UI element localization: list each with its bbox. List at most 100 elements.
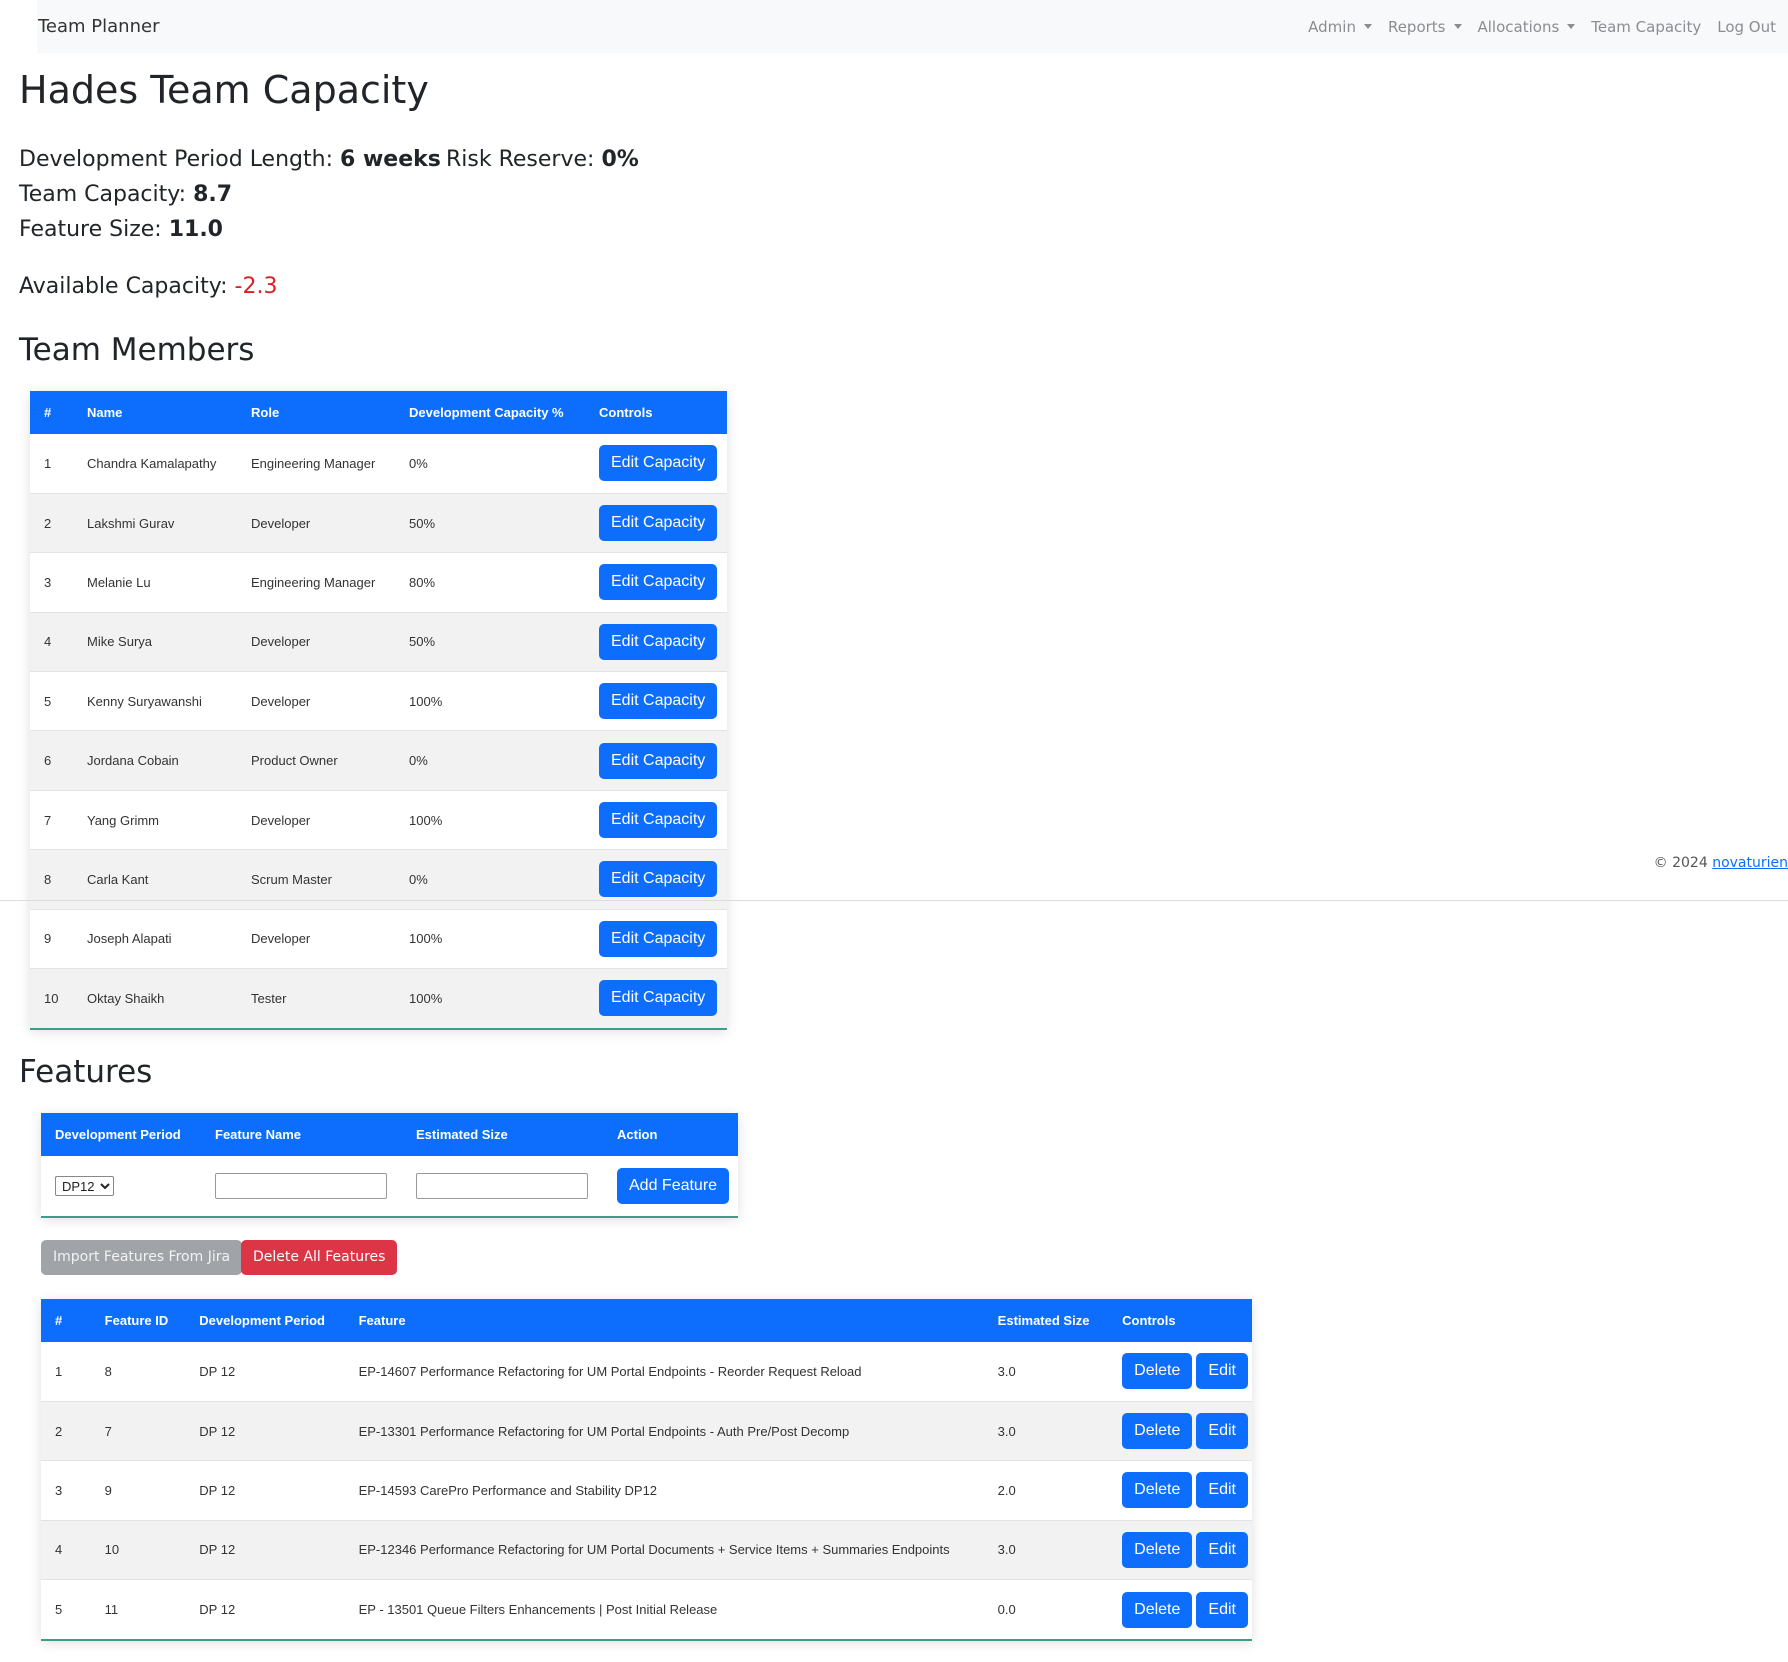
- member-number: 3: [30, 552, 73, 613]
- feature-controls: Delete Edit: [1108, 1401, 1252, 1462]
- member-name: Mike Surya: [73, 612, 237, 673]
- member-role: Developer: [237, 493, 395, 554]
- feature-number: 1: [41, 1342, 91, 1402]
- feature-name: EP - 13501 Queue Filters Enhancements | …: [358, 1602, 718, 1617]
- feature-name: EP-12346 Performance Refactoring for UM …: [344, 1520, 984, 1581]
- member-capacity: 100%: [395, 790, 585, 851]
- delete-feature-button[interactable]: Delete: [1122, 1353, 1193, 1390]
- nav-allocations[interactable]: Allocations: [1470, 18, 1584, 36]
- member-capacity: 50%: [395, 612, 585, 673]
- feature-name: EP-14607 Performance Refactoring for UM …: [344, 1342, 984, 1402]
- member-controls: Edit Capacity: [585, 671, 727, 732]
- member-capacity: 100%: [395, 968, 585, 1028]
- feature-row: 1 8 DP 12 EP-14607 Performance Refactoring …: [41, 1342, 1252, 1402]
- member-capacity: 0%: [395, 434, 585, 494]
- edit-capacity-button[interactable]: Edit Capacity: [599, 920, 718, 957]
- available-capacity-value: -2.3: [234, 274, 278, 299]
- feature-id: 9: [90, 1460, 186, 1521]
- edit-capacity-button[interactable]: Edit Capacity: [599, 505, 718, 542]
- feature-name-input[interactable]: [215, 1173, 387, 1199]
- col-feature-id: Feature ID: [90, 1299, 186, 1342]
- add-feature-table: Development Period Feature Name Estimate…: [41, 1113, 738, 1216]
- member-controls: Edit Capacity: [585, 434, 727, 494]
- edit-feature-button[interactable]: Edit: [1196, 1531, 1248, 1568]
- edit-feature-button[interactable]: Edit: [1196, 1353, 1248, 1390]
- page-title: Hades Team Capacity: [19, 68, 429, 112]
- col-action: Action: [603, 1113, 738, 1156]
- edit-capacity-button[interactable]: Edit Capacity: [599, 861, 718, 898]
- member-name: Joseph Alapati: [73, 909, 237, 970]
- caret-down-icon: [1363, 24, 1372, 29]
- member-role: Engineering Manager: [237, 434, 395, 494]
- brand-link[interactable]: Team Planner: [37, 16, 159, 37]
- development-period-select[interactable]: DP12: [55, 1176, 114, 1196]
- nav-team-capacity[interactable]: Team Capacity: [1583, 18, 1709, 36]
- features-card: # Feature ID Development Period Feature …: [41, 1299, 1252, 1641]
- edit-capacity-button[interactable]: Edit Capacity: [599, 802, 718, 839]
- edit-feature-button[interactable]: Edit: [1196, 1413, 1248, 1450]
- feature-size: 2.0: [983, 1460, 1109, 1521]
- member-controls: Edit Capacity: [585, 730, 727, 791]
- nav-admin[interactable]: Admin: [1300, 18, 1380, 36]
- edit-capacity-button[interactable]: Edit Capacity: [599, 683, 718, 720]
- footer-link[interactable]: novaturien: [1712, 855, 1788, 871]
- member-name: Jordana Cobain: [73, 730, 237, 791]
- feature-period: DP 12: [185, 1460, 345, 1521]
- feature-id: 7: [90, 1401, 186, 1462]
- feature-id: 11: [104, 1602, 119, 1617]
- member-name: Kenny Suryawanshi: [73, 671, 237, 732]
- dev-period-length: Development Period Length: 6 weeks: [19, 147, 441, 172]
- member-controls: Edit Capacity: [585, 909, 727, 970]
- add-feature-row: DP12 Add Feature: [41, 1156, 738, 1216]
- add-feature-button[interactable]: Add Feature: [617, 1168, 730, 1204]
- edit-capacity-button[interactable]: Edit Capacity: [599, 564, 718, 601]
- add-feature-header-row: Development Period Feature Name Estimate…: [41, 1113, 738, 1156]
- col-development-period: Development Period: [185, 1299, 345, 1342]
- feature-period: DP 12: [199, 1602, 236, 1617]
- import-features-from-jira-button[interactable]: Import Features From Jira: [41, 1240, 243, 1275]
- feature-row: 2 7 DP 12 EP-13301 Performance Refactoring …: [41, 1401, 1252, 1462]
- feature-name: EP-14593 CarePro Performance and Stabili…: [344, 1460, 984, 1521]
- member-capacity: 100%: [395, 909, 585, 970]
- delete-all-features-button[interactable]: Delete All Features: [241, 1240, 398, 1275]
- team-member-row: 9 Joseph Alapati Developer 100% Edit Capacit…: [30, 909, 727, 970]
- edit-capacity-button[interactable]: Edit Capacity: [599, 623, 718, 660]
- team-members-card: # Name Role Development Capacity % Contr…: [30, 391, 727, 1030]
- delete-feature-button[interactable]: Delete: [1122, 1591, 1193, 1628]
- member-capacity: 100%: [395, 671, 585, 732]
- estimated-size-input[interactable]: [416, 1173, 588, 1199]
- edit-capacity-button[interactable]: Edit Capacity: [599, 742, 718, 779]
- nav-reports[interactable]: Reports: [1380, 18, 1470, 36]
- edit-feature-button[interactable]: Edit: [1196, 1472, 1248, 1509]
- dev-period-value: 6 weeks: [339, 147, 441, 172]
- edit-feature-button[interactable]: Edit: [1196, 1591, 1248, 1628]
- delete-feature-button[interactable]: Delete: [1122, 1531, 1193, 1568]
- risk-reserve-value: 0%: [601, 147, 639, 172]
- feature-id: 8: [90, 1342, 186, 1402]
- feature-size: 3.0: [983, 1520, 1109, 1581]
- col-controls: Controls: [585, 391, 727, 434]
- member-role: Tester: [237, 968, 395, 1028]
- member-capacity: 80%: [395, 552, 585, 613]
- member-number: 10: [30, 968, 73, 1028]
- team-member-row: 7 Yang Grimm Developer 100% Edit Capacity: [30, 790, 727, 851]
- feature-number: 2: [41, 1401, 91, 1462]
- team-member-row: 1 Chandra Kamalapathy Engineering Manager 0…: [30, 434, 727, 494]
- member-capacity: 50%: [395, 493, 585, 554]
- feature-size-value: 11.0: [168, 217, 223, 242]
- feature-size-label: Feature Size:: [19, 217, 169, 242]
- feature-period: DP 12: [185, 1520, 345, 1581]
- team-capacity-label: Team Capacity:: [19, 182, 194, 207]
- delete-feature-button[interactable]: Delete: [1122, 1472, 1193, 1509]
- action-cell: Add Feature: [603, 1156, 738, 1216]
- delete-feature-button[interactable]: Delete: [1122, 1413, 1193, 1450]
- col-number: #: [41, 1299, 91, 1342]
- edit-capacity-button[interactable]: Edit Capacity: [599, 980, 718, 1017]
- edit-capacity-button[interactable]: Edit Capacity: [599, 445, 718, 482]
- col-capacity: Development Capacity %: [395, 391, 585, 434]
- feature-name: EP-13301 Performance Refactoring for UM …: [344, 1401, 984, 1462]
- member-controls: Edit Capacity: [585, 968, 727, 1028]
- nav-allocations-label: Allocations: [1477, 17, 1560, 36]
- nav-log-out[interactable]: Log Out: [1709, 18, 1784, 36]
- col-estimated-size: Estimated Size: [983, 1299, 1109, 1342]
